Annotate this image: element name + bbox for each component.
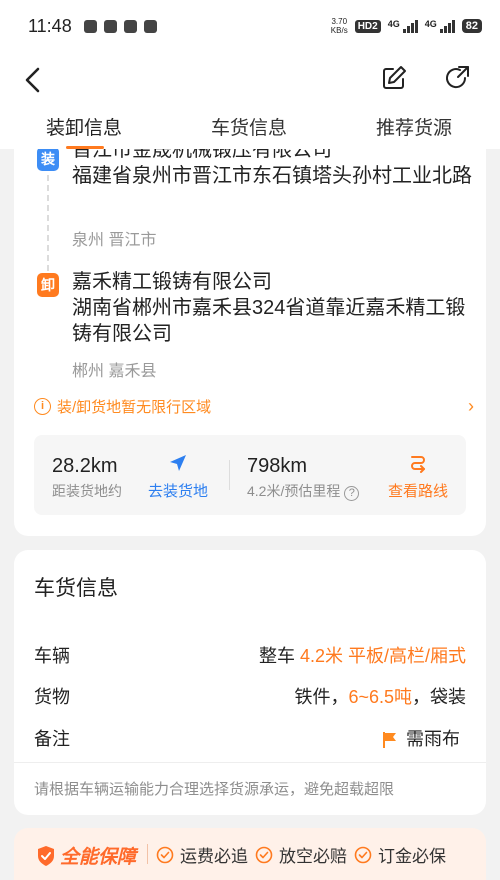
battery-icon: 82 (461, 19, 482, 33)
status-bar: 11:48 3.70 KB/s HD2 4G 4G 82 (0, 0, 500, 52)
overload-hint: 请根据车辆运输能力合理选择货源承运，避免超载超限 (34, 781, 395, 798)
route-icon (411, 456, 425, 473)
load-badge: 装 (37, 149, 59, 171)
net-speed: 3.70 KB/s (330, 17, 348, 35)
view-route-label: 查看路线 (387, 483, 448, 500)
share-icon[interactable] (443, 64, 471, 92)
load-address: 福建省泉州市晋江市东石镇塔头孙村工业北路 (72, 165, 472, 187)
shield-icon (38, 845, 54, 866)
unload-badge: 卸 (37, 273, 59, 297)
load-unload-card: 装 晋江市金晟机械锻压有限公司 福建省泉州市晋江市东石镇塔头孙村工业北路 泉州 … (14, 149, 486, 536)
goods-value: 铁件，6~6.5吨，袋装 (294, 687, 466, 707)
chevron-right-icon: › (468, 395, 474, 416)
load-company: 晋江市金晟机械锻压有限公司 (72, 149, 332, 161)
tab-bar: 装卸信息 车货信息 推荐货源 (0, 107, 500, 149)
notification-icons (83, 19, 157, 33)
view-route-button[interactable]: 查看路线 (386, 453, 450, 501)
check-circle-icon (156, 846, 174, 863)
route-distance-label: 4.2米/预估里程 ? (247, 481, 360, 501)
location-icon (103, 19, 117, 33)
unload-company: 嘉禾精工锻铸有限公司 (72, 271, 272, 293)
restriction-notice[interactable]: i 装/卸货地暂无限行区域 › (34, 393, 474, 419)
goto-pickup-button[interactable]: 去装货地 (146, 453, 210, 501)
tab-recommended-sources[interactable]: 推荐货源 (376, 113, 452, 140)
goods-weight: 6~6.5吨 (348, 687, 412, 707)
divider (14, 762, 486, 763)
remark-value: 需雨布 (382, 725, 460, 751)
divider (229, 460, 230, 490)
info-icon: i (34, 397, 51, 415)
edit-icon[interactable] (380, 64, 408, 92)
section-title: 车货信息 (34, 577, 118, 600)
tab-vehicle-cargo-info[interactable]: 车货信息 (211, 113, 287, 140)
guarantee-brand: 全能保障 (36, 842, 136, 869)
divider (147, 844, 148, 864)
tab-load-unload-info[interactable]: 装卸信息 (46, 113, 122, 140)
network-type: 4G (424, 19, 437, 29)
guarantee-item: 运费必追 (156, 842, 248, 867)
unload-city: 郴州 嘉禾县 (72, 363, 157, 380)
help-icon[interactable]: ? (344, 486, 360, 501)
pickup-distance-label: 距装货地约 (52, 483, 122, 499)
remark-label: 备注 (34, 729, 70, 749)
signal-icon (402, 19, 418, 33)
back-arrow-icon[interactable] (22, 66, 44, 94)
bus-icon (123, 19, 137, 33)
goto-pickup-label: 去装货地 (147, 483, 208, 500)
signal-icon (439, 19, 455, 33)
guarantee-item: 订金必保 (354, 842, 446, 867)
route-dashed-line (47, 175, 49, 271)
guarantee-item: 放空必赔 (255, 842, 347, 867)
distance-panel: 28.2km 距装货地约 去装货地 798km 4.2米/预估里程 ? 查看路线 (34, 435, 466, 515)
vehicle-value: 整车 4.2米 平板/高栏/厢式 (258, 646, 466, 666)
vehicle-spec: 4.2米 平板/高栏/厢式 (299, 646, 466, 666)
unload-address: 湖南省郴州市嘉禾县324省道靠近嘉禾精工锻铸有限公司 (72, 297, 466, 345)
vehicle-cargo-card: 车货信息 车辆 整车 4.2米 平板/高栏/厢式 货物 铁件，6~6.5吨，袋装… (14, 550, 486, 815)
goods-label: 货物 (34, 687, 70, 707)
flag-icon (383, 732, 396, 749)
app-notification-icon (83, 19, 97, 33)
nav-bar (0, 52, 500, 107)
vehicle-label: 车辆 (34, 646, 70, 666)
restriction-text: 装/卸货地暂无限行区域 (57, 398, 212, 416)
network-type: 4G (387, 19, 400, 29)
guarantee-bar[interactable]: 全能保障 运费必追 放空必赔 订金必保 (14, 828, 486, 880)
route-distance-value: 798km (247, 455, 308, 477)
status-time: 11:48 (28, 15, 72, 36)
load-city: 泉州 晋江市 (72, 232, 157, 249)
hd-icon: HD2 (354, 19, 381, 33)
check-circle-icon (255, 846, 273, 863)
app-notification-icon (143, 19, 157, 33)
check-circle-icon (354, 846, 372, 863)
navigation-arrow-icon (170, 455, 186, 471)
pickup-distance-value: 28.2km (52, 455, 118, 477)
